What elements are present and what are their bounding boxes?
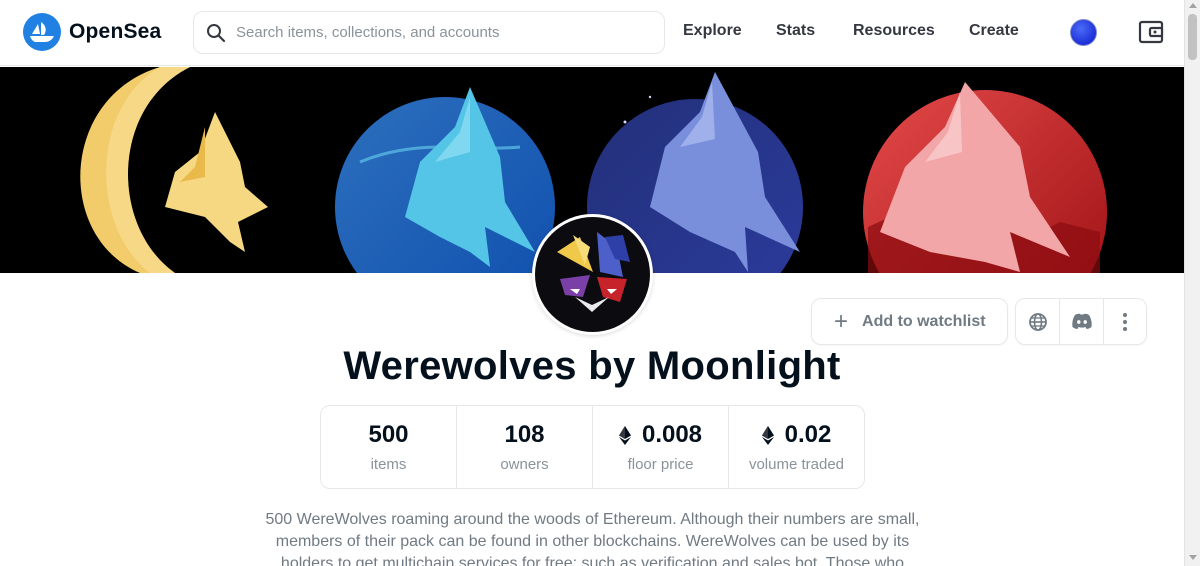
ethereum-icon: [618, 425, 631, 445]
ethereum-icon: [761, 425, 774, 445]
profile-avatar[interactable]: [1070, 19, 1097, 46]
stat-floor-price-value: 0.008: [641, 421, 703, 448]
stat-floor-price-label: floor price: [627, 456, 694, 473]
nav-create[interactable]: Create: [969, 22, 1019, 40]
watchlist-label: Add to watchlist: [862, 312, 986, 330]
scroll-down-arrow-icon[interactable]: [1189, 555, 1197, 560]
nav-explore[interactable]: Explore: [683, 22, 742, 40]
stat-owners-label: owners: [500, 456, 549, 473]
wallet-icon[interactable]: [1138, 19, 1164, 45]
stat-owners[interactable]: 108 owners: [456, 406, 592, 488]
stat-floor-price-value-row: 0.008: [618, 421, 703, 449]
stat-items-label: items: [370, 456, 407, 473]
stat-volume-traded[interactable]: 0.02 volume traded: [728, 406, 864, 488]
nav-resources[interactable]: Resources: [853, 22, 935, 40]
add-to-watchlist-button[interactable]: + Add to watchlist: [811, 298, 1008, 345]
plus-icon: +: [834, 307, 849, 335]
globe-icon[interactable]: [1016, 299, 1059, 344]
nav-stats[interactable]: Stats: [776, 22, 815, 40]
collection-description: 500 WereWolves roaming around the woods …: [245, 509, 940, 566]
stat-items-value-row: 500: [368, 421, 408, 449]
scroll-thumb[interactable]: [1188, 14, 1197, 60]
collection-avatar: [532, 214, 653, 335]
description-line: 500 WereWolves roaming around the woods …: [265, 511, 920, 528]
stat-items[interactable]: 500 items: [321, 406, 456, 488]
stat-owners-value-row: 108: [504, 421, 544, 449]
search-input[interactable]: [236, 24, 656, 41]
description-line: holders to get multichain services for f…: [280, 555, 905, 566]
stat-volume-traded-label: volume traded: [748, 456, 845, 473]
stat-volume-traded-value-row: 0.02: [761, 421, 832, 449]
top-navbar: OpenSea Explore Stats Resources Create: [0, 0, 1184, 66]
search-icon: [207, 23, 226, 42]
collection-stats: 500 items 108 owners 0.008 floor price 0: [320, 405, 865, 489]
stat-volume-traded-value: 0.02: [784, 421, 832, 448]
stat-owners-value: 108: [504, 421, 545, 448]
stat-items-value: 500: [368, 421, 409, 448]
more-vertical-icon[interactable]: [1102, 299, 1146, 344]
banner-panel-red-wolf: [863, 82, 1107, 273]
brand-name: OpenSea: [69, 20, 162, 43]
search-bar[interactable]: [193, 11, 665, 54]
banner-panel-cyan-wolf: [335, 87, 555, 273]
collection-title: Werewolves by Moonlight: [343, 344, 841, 388]
banner-panel-gold-wolf: [80, 67, 268, 273]
opensea-logo-icon: [23, 13, 61, 51]
description-line: members of their pack can be found in ot…: [275, 533, 910, 550]
opensea-logo[interactable]: OpenSea: [23, 13, 161, 51]
page-scrollbar[interactable]: [1184, 0, 1200, 566]
scroll-up-arrow-icon[interactable]: [1189, 3, 1197, 8]
stat-floor-price[interactable]: 0.008 floor price: [592, 406, 728, 488]
collection-social-links: [1015, 298, 1147, 345]
discord-icon[interactable]: [1059, 299, 1102, 344]
